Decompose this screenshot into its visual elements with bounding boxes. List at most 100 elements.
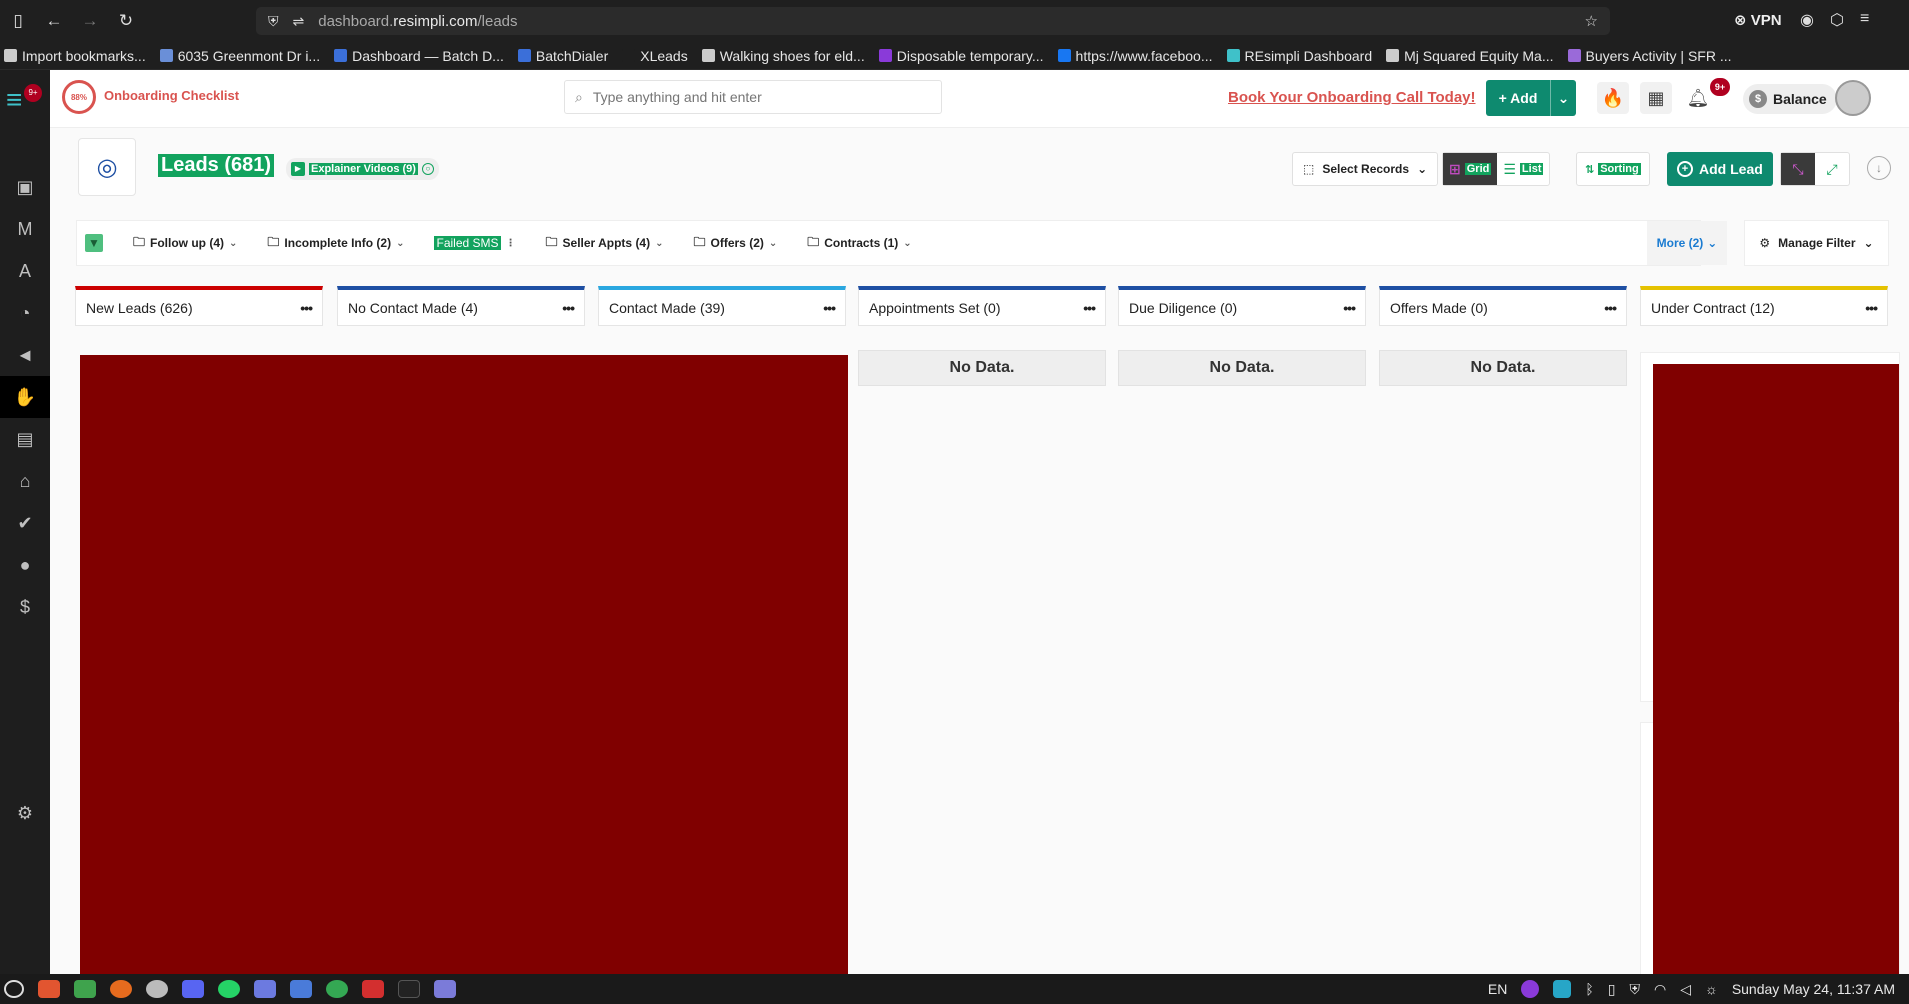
reload-icon[interactable]: ↻ — [108, 11, 144, 31]
add-button[interactable]: + Add ⌄ — [1486, 80, 1576, 116]
site-info-icon[interactable]: ⇌ — [293, 13, 305, 30]
filter-chip-failed-sms[interactable]: Failed SMS ⋮ — [434, 236, 516, 250]
global-search[interactable]: ⌕ — [564, 80, 942, 114]
add-button-label[interactable]: + Add — [1486, 90, 1550, 106]
filter-chip-offers[interactable]: 🗀 Offers (2) ⌄ — [694, 233, 778, 254]
column-menu-icon[interactable]: ••• — [1083, 300, 1096, 316]
book-onboarding-call-link[interactable]: Book Your Onboarding Call Today! — [1228, 89, 1476, 106]
column-menu-icon[interactable]: ••• — [1865, 300, 1878, 316]
brightness-icon[interactable]: ☼ — [1705, 981, 1718, 997]
add-lead-button[interactable]: + Add Lead — [1667, 152, 1773, 186]
app-icon[interactable] — [146, 980, 168, 998]
kebab-icon[interactable]: ⋮ — [506, 238, 516, 249]
download-icon[interactable]: ↓ — [1867, 156, 1891, 180]
bookmark-item[interactable]: BatchDialer — [517, 48, 608, 64]
list-view-button[interactable]: ☰ List — [1497, 153, 1549, 185]
whatsapp-icon[interactable] — [218, 980, 240, 998]
inbox-icon[interactable]: ▣ — [0, 166, 50, 208]
pipeline-column-header[interactable]: Contact Made (39) ••• — [598, 286, 846, 326]
mail-icon[interactable]: M — [0, 208, 50, 250]
sidebar-toggle-icon[interactable]: ▯ — [0, 11, 36, 31]
marketing-icon[interactable]: ◔ — [0, 292, 50, 334]
mail-app-icon[interactable] — [254, 980, 276, 998]
filter-chip-incomplete-info[interactable]: 🗀 Incomplete Info (2) ⌄ — [267, 233, 404, 254]
volume-icon[interactable]: ◁ — [1680, 981, 1691, 998]
shield-icon[interactable]: ⛨ — [268, 13, 279, 30]
clipboard-icon[interactable]: ▯ — [1608, 981, 1616, 998]
filter-chip-contracts[interactable]: 🗀 Contracts (1) ⌄ — [807, 233, 911, 254]
calendar-icon[interactable]: ▦ — [1640, 82, 1672, 114]
column-menu-icon[interactable]: ••• — [1343, 300, 1356, 316]
chrome-icon[interactable] — [326, 980, 348, 998]
app-launcher-icon[interactable] — [38, 980, 60, 998]
contacts-icon[interactable]: ▤ — [0, 418, 50, 460]
shield-icon[interactable]: ⛨ — [1629, 981, 1640, 998]
grid-view-button[interactable]: ⊞ Grid — [1443, 153, 1498, 185]
manage-filter-button[interactable]: ⚙ Manage Filter ⌄ — [1744, 220, 1889, 266]
discord-icon[interactable] — [182, 980, 204, 998]
extensions-icon[interactable]: ⬡ — [1830, 10, 1844, 30]
forward-icon[interactable]: → — [72, 11, 108, 31]
bookmark-item[interactable]: REsimpli Dashboard — [1226, 48, 1372, 64]
firefox-icon[interactable] — [110, 980, 132, 998]
files-icon[interactable] — [74, 980, 96, 998]
filter-chip-follow-up[interactable]: 🗀 Follow up (4) ⌄ — [133, 233, 237, 254]
more-filters-button[interactable]: More (2) ⌄ — [1647, 221, 1727, 265]
add-dropdown-chevron-icon[interactable]: ⌄ — [1550, 80, 1576, 116]
bookmark-item[interactable]: Mj Squared Equity Ma... — [1386, 48, 1554, 64]
filezilla-icon[interactable] — [362, 980, 384, 998]
os-menu-icon[interactable] — [4, 980, 24, 998]
pipeline-column-header[interactable]: Due Diligence (0) ••• — [1118, 286, 1366, 326]
avatar[interactable] — [1835, 80, 1871, 116]
bookmark-item[interactable]: Dashboard — Batch D... — [334, 48, 504, 64]
onboarding-progress-ring[interactable]: 88% — [62, 80, 96, 114]
expand-icon[interactable]: ⤢ — [1815, 153, 1849, 185]
tray-app-icon[interactable] — [1553, 980, 1572, 998]
filter-icon[interactable]: ▼ — [85, 234, 103, 252]
user-icon[interactable]: ● — [0, 544, 50, 586]
leads-hand-icon[interactable]: ✋ — [0, 376, 50, 418]
bookmark-item[interactable]: Disposable temporary... — [878, 48, 1044, 64]
bluetooth-icon[interactable]: ᛒ — [1585, 981, 1593, 997]
select-records-dropdown[interactable]: ⬚ Select Records ⌄ — [1292, 152, 1439, 186]
bookmark-item[interactable]: https://www.faceboo... — [1057, 48, 1213, 64]
home-icon[interactable]: ⌂ — [0, 460, 50, 502]
pipeline-column-header[interactable]: Offers Made (0) ••• — [1379, 286, 1627, 326]
pipeline-column-header[interactable]: Under Contract (12) ••• — [1640, 286, 1888, 326]
chat-icon[interactable] — [290, 980, 312, 998]
bookmark-item[interactable]: Buyers Activity | SFR ... — [1567, 48, 1732, 64]
notes-icon[interactable] — [434, 980, 456, 998]
sorting-button[interactable]: ⇅ Sorting — [1576, 152, 1650, 186]
pipeline-column-header[interactable]: No Contact Made (4) ••• — [337, 286, 585, 326]
column-menu-icon[interactable]: ••• — [823, 300, 836, 316]
tray-app-icon[interactable] — [1521, 980, 1540, 998]
column-menu-icon[interactable]: ••• — [1604, 300, 1617, 316]
address-bar[interactable]: ⛨ ⇌ dashboard. resimpli.com/leads ☆ — [256, 7, 1610, 35]
fire-icon[interactable]: 🔥 — [1597, 82, 1629, 114]
back-icon[interactable]: ← — [36, 11, 72, 31]
clock[interactable]: Sunday May 24, 11:37 AM — [1732, 981, 1895, 997]
explainer-videos-button[interactable]: ▶ Explainer Videos (9) ○ — [286, 158, 439, 180]
settings-gear-icon[interactable]: ⚙ — [0, 792, 50, 834]
tasks-check-icon[interactable]: ✔ — [0, 502, 50, 544]
balance-button[interactable]: $ Balance — [1743, 84, 1837, 114]
bookmark-item[interactable]: XLeads — [622, 48, 688, 64]
bookmark-star-icon[interactable]: ☆ — [1585, 12, 1598, 30]
bookmark-item[interactable]: Import bookmarks... — [4, 48, 146, 64]
bookmark-item[interactable]: 6035 Greenmont Dr i... — [159, 48, 320, 64]
menu-icon[interactable]: ≡ — [1860, 10, 1869, 30]
collapse-icon[interactable]: ⤡ — [1781, 153, 1815, 185]
pipeline-column-header[interactable]: Appointments Set (0) ••• — [858, 286, 1106, 326]
account-icon[interactable]: ◉ — [1800, 10, 1814, 30]
filter-chip-seller-appts[interactable]: 🗀 Seller Appts (4) ⌄ — [546, 233, 664, 254]
wifi-icon[interactable]: ◠ — [1654, 981, 1666, 998]
bookmark-item[interactable]: Walking shoes for eld... — [701, 48, 865, 64]
ai-icon[interactable]: A — [0, 250, 50, 292]
search-input[interactable] — [592, 89, 913, 105]
dollar-icon[interactable]: $ — [0, 586, 50, 628]
vpn-indicator[interactable]: ⊗ VPN — [1734, 11, 1782, 29]
keyboard-language[interactable]: EN — [1488, 981, 1507, 997]
pipeline-column-header[interactable]: New Leads (626) ••• — [75, 286, 323, 326]
terminal-icon[interactable] — [398, 980, 420, 998]
column-menu-icon[interactable]: ••• — [562, 300, 575, 316]
